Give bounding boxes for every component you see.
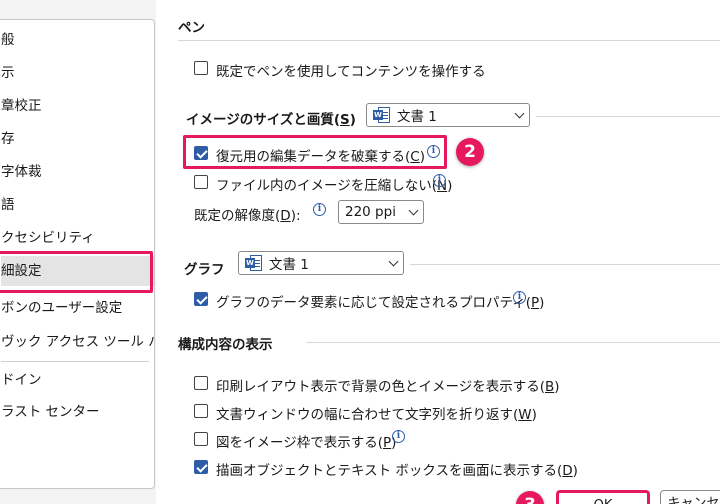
sidebar-item-trust-center[interactable]: ラスト センター	[1, 397, 100, 427]
highlight-advanced	[0, 251, 153, 293]
show-background-checkbox[interactable]	[194, 376, 208, 390]
sidebar-item-customize-ribbon[interactable]: ボンのユーザー設定	[1, 293, 122, 323]
ok-button[interactable]: OK	[556, 490, 650, 504]
info-icon[interactable]: i	[313, 203, 326, 216]
info-icon[interactable]: i	[392, 430, 405, 443]
no-compress-label: ファイル内のイメージを圧縮しない(N)	[216, 178, 453, 194]
info-icon[interactable]: i	[513, 291, 526, 304]
show-drawings-label: 描画オブジェクトとテキスト ボックスを画面に表示する(D)	[216, 463, 578, 479]
sidebar-item-proofing[interactable]: 章校正	[1, 91, 42, 121]
word-doc-icon: W	[373, 107, 391, 123]
pen-section-title: ペン	[178, 20, 205, 36]
sidebar-item-language[interactable]: 語	[1, 190, 15, 220]
callout-3: 3	[516, 491, 544, 504]
display-divider	[306, 342, 720, 343]
wrap-text-checkbox[interactable]	[194, 404, 208, 418]
resolution-select[interactable]: 220 ppi	[338, 200, 424, 224]
show-drawings-checkbox[interactable]	[194, 460, 208, 474]
display-section-title: 構成内容の表示	[178, 337, 273, 353]
graph-divider	[410, 264, 720, 265]
use-pen-label: 既定でペンを使用してコンテンツを操作する	[216, 64, 486, 80]
graph-property-label: グラフのデータ要素に応じて設定されるプロパティ(P)	[216, 295, 545, 311]
word-doc-icon: W	[245, 255, 263, 271]
use-pen-checkbox[interactable]	[194, 61, 208, 75]
cancel-button[interactable]: キャンセル	[660, 490, 720, 504]
info-icon[interactable]: i	[433, 174, 446, 187]
chevron-down-icon	[388, 256, 399, 266]
image-doc-select[interactable]: W 文書 1	[366, 103, 530, 127]
chevron-down-icon	[408, 205, 419, 215]
image-section-title: イメージのサイズと画質(S)	[186, 112, 356, 128]
sidebar-item-accessibility[interactable]: クセシビリティ	[1, 223, 95, 253]
picture-placeholder-checkbox[interactable]	[194, 432, 208, 446]
graph-doc-select[interactable]: W 文書 1	[238, 251, 404, 275]
options-content: ペン 既定でペンを使用してコンテンツを操作する イメージのサイズと画質(S) W…	[156, 0, 720, 504]
pen-divider	[178, 40, 720, 41]
graph-property-checkbox[interactable]	[194, 292, 208, 306]
no-compress-checkbox[interactable]	[194, 175, 208, 189]
highlight-discard-edit-data	[183, 135, 447, 169]
sidebar-item-addins[interactable]: ドイン	[1, 365, 42, 395]
chevron-down-icon	[514, 108, 525, 118]
sidebar-item-quick-access-toolbar[interactable]: ヴック アクセス ツール バー	[1, 327, 175, 357]
picture-placeholder-label: 図をイメージ枠で表示する(P)	[216, 435, 397, 451]
resolution-label: 既定の解像度(D):	[194, 208, 301, 224]
show-background-label: 印刷レイアウト表示で背景の色とイメージを表示する(B)	[216, 379, 560, 395]
sidebar-item-display[interactable]: 示	[1, 58, 15, 88]
sidebar-item-typography[interactable]: 字体裁	[1, 157, 42, 187]
wrap-text-label: 文書ウィンドウの幅に合わせて文字列を折り返す(W)	[216, 407, 537, 423]
callout-2: 2	[456, 138, 484, 166]
sidebar-item-save[interactable]: 存	[1, 124, 15, 154]
image-divider	[536, 116, 720, 117]
sidebar-divider	[1, 361, 149, 362]
graph-section-title: グラフ	[184, 262, 225, 278]
sidebar-item-general[interactable]: 般	[1, 25, 15, 55]
